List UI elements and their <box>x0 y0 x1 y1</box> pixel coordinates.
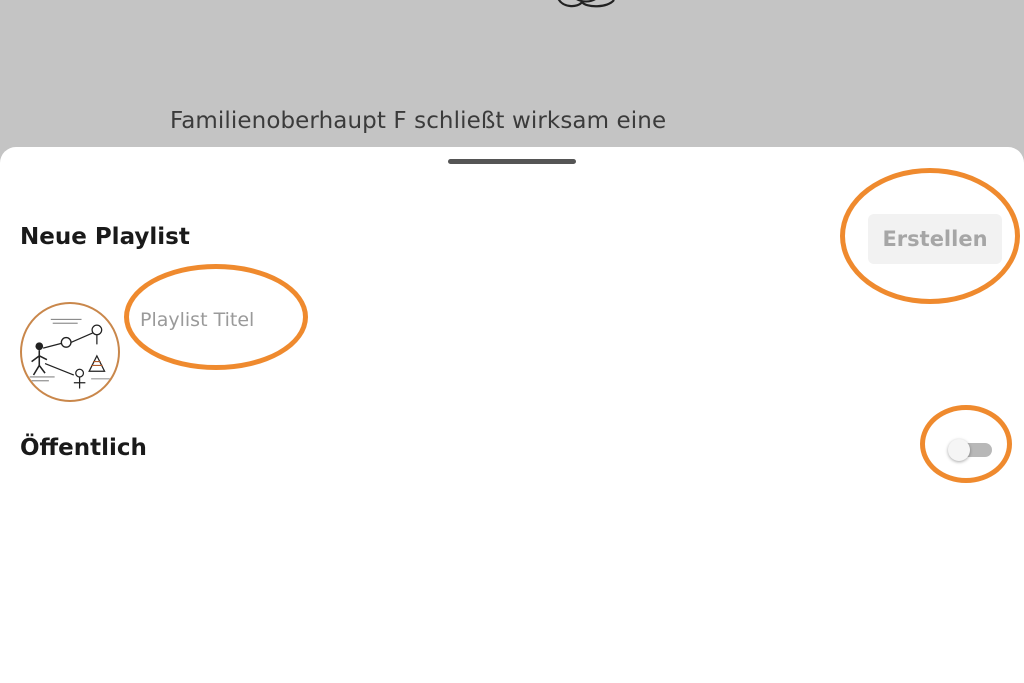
public-toggle[interactable] <box>948 439 992 461</box>
public-label: Öffentlich <box>20 435 147 461</box>
doodle-icon <box>557 0 615 8</box>
app-screen: Familienoberhaupt F schließt wirksam ein… <box>0 0 1024 683</box>
create-button[interactable]: Erstellen <box>868 214 1002 264</box>
playlist-cover-image[interactable] <box>20 302 120 402</box>
playlist-title-input[interactable] <box>138 302 442 338</box>
sheet-title: Neue Playlist <box>20 224 190 250</box>
toggle-knob <box>948 439 970 461</box>
cover-sketch-icon <box>29 318 111 389</box>
new-playlist-sheet: Neue Playlist Erstellen Öffentlich <box>0 147 1024 683</box>
background-text: Familienoberhaupt F schließt wirksam ein… <box>170 108 667 134</box>
sheet-drag-handle[interactable] <box>448 159 576 164</box>
